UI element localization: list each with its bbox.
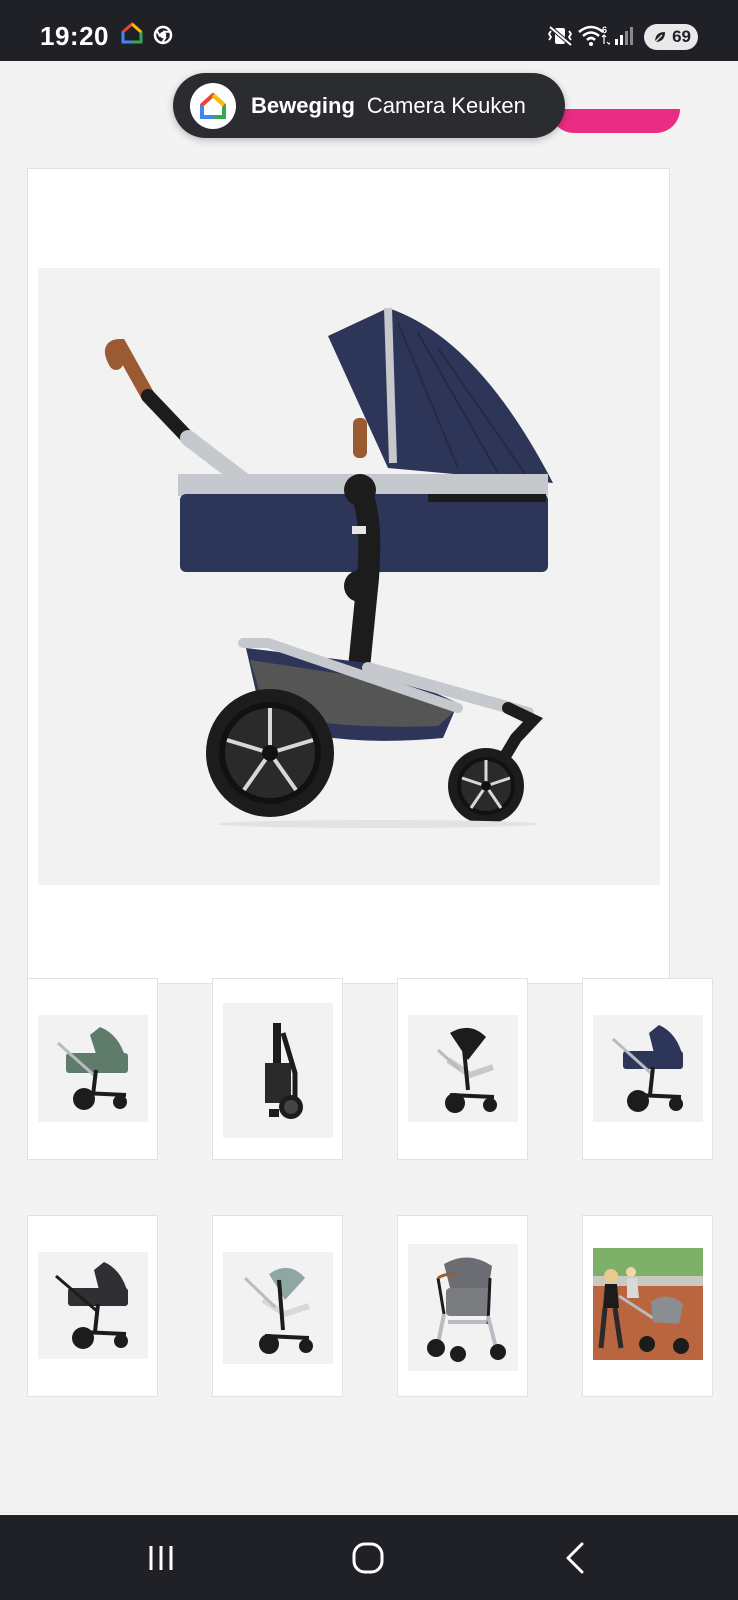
thumbnail-3[interactable] [397, 978, 528, 1160]
mute-vibrate-icon [547, 25, 573, 52]
thumbnail-image [593, 1248, 703, 1360]
home-icon [352, 1542, 384, 1573]
thumbnail-image [593, 1015, 703, 1122]
thumbnail-5[interactable] [27, 1215, 158, 1397]
thumbnail-image [38, 1252, 148, 1359]
thumbnail-6[interactable] [212, 1215, 343, 1397]
main-product-image [38, 268, 660, 885]
battery-level: 69 [672, 27, 691, 46]
header-decoration [550, 109, 680, 133]
thumbnail-8[interactable] [582, 1215, 713, 1397]
home-button[interactable] [313, 1515, 423, 1600]
thumbnail-1[interactable] [27, 978, 158, 1160]
battery-icon: 69 [644, 24, 698, 50]
notification-title: Beweging [251, 92, 355, 118]
status-time: 19:20 [40, 21, 109, 51]
thumbnail-4[interactable] [582, 978, 713, 1160]
google-home-icon [121, 22, 143, 49]
recent-apps-button[interactable] [106, 1515, 216, 1600]
status-bar: 19:20 6 69 [0, 0, 738, 61]
motion-notification[interactable]: Beweging Camera Keuken [173, 73, 565, 138]
wifi-icon: 6 [578, 24, 612, 53]
recent-apps-icon [149, 1545, 173, 1570]
stroller-illustration [104, 307, 553, 828]
thumbnail-image [408, 1244, 518, 1371]
navigation-bar [0, 1515, 738, 1600]
thumbnail-2[interactable] [212, 978, 343, 1160]
back-icon [566, 1542, 584, 1573]
signal-icon [614, 26, 636, 51]
google-home-icon [190, 82, 236, 129]
chrome-icon [153, 25, 173, 50]
thumbnail-7[interactable] [397, 1215, 528, 1397]
page-content [0, 61, 738, 1576]
svg-text:6: 6 [602, 25, 607, 35]
thumbnail-image [223, 1003, 333, 1138]
notification-text: Camera Keuken [366, 92, 526, 118]
back-button[interactable] [520, 1515, 630, 1600]
thumbnail-image [223, 1252, 333, 1364]
thumbnail-image [408, 1015, 518, 1122]
main-product-image-card[interactable] [27, 168, 670, 984]
thumbnail-image [38, 1015, 148, 1122]
